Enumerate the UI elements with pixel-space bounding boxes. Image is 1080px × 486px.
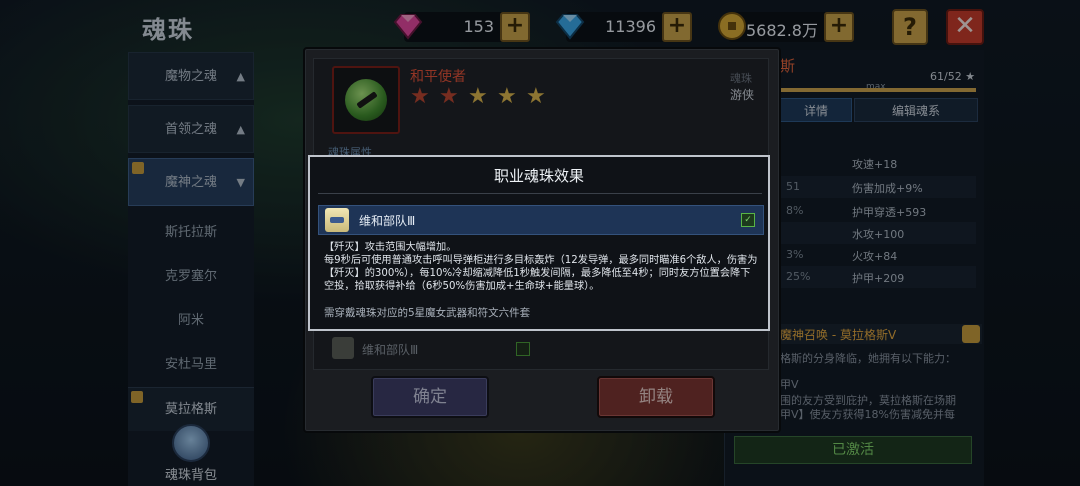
soul-count: 61/52 ★: [930, 70, 976, 83]
add-diamonds-button[interactable]: +: [662, 12, 692, 42]
sidebar-item-label: 莫拉格斯: [164, 402, 217, 417]
star-icon: ★: [497, 84, 517, 109]
activated-status: 已激活: [734, 436, 972, 464]
new-badge-icon: [131, 391, 143, 403]
star-icon: ★: [439, 84, 459, 109]
tab-edit-soul-system[interactable]: 编辑魂系: [854, 98, 978, 122]
soul-rating: ★ ★ ★ ★ ★: [410, 86, 555, 108]
detail-title: 斯: [780, 57, 796, 75]
close-button[interactable]: ✕: [946, 9, 984, 45]
soul-bag-button[interactable]: 魂珠背包: [146, 424, 236, 483]
stat-row: 25% 护甲+209: [780, 266, 976, 288]
level-progress-bar: [780, 88, 976, 92]
unload-button[interactable]: 卸载: [597, 376, 715, 418]
blue-diamond-icon: [555, 14, 585, 40]
effect-requirement: 需穿戴魂珠对应的5星魔女武器和符文六件套: [324, 307, 531, 319]
soul-bag-icon: [172, 424, 210, 462]
chevron-up-icon: ▲: [236, 123, 245, 136]
progress-fill: [780, 88, 976, 92]
soul-name: 和平使者: [410, 69, 466, 85]
sidebar-item-label: 魔物之魂: [164, 69, 217, 84]
class-soul-effect-popup: 职业魂珠效果 维和部队Ⅲ ✓ 【歼灭】攻击范围大幅增加。 每9秒后可使用普通攻击呼…: [308, 155, 770, 331]
sidebar-subitem[interactable]: 安杜马里: [128, 343, 254, 387]
stat-row: 8% 护甲穿透+593: [786, 204, 927, 219]
stat-row: 攻速+18: [852, 158, 898, 171]
sidebar-item-monster-soul[interactable]: 魔物之魂 ▲: [128, 52, 254, 100]
sidebar-subitem[interactable]: 克罗塞尔: [128, 255, 254, 299]
gold-coin-icon: [718, 12, 746, 40]
currency-diamonds: 11396 +: [555, 12, 692, 42]
skill-section-title: 魔神召唤 - 莫拉格斯Ⅴ: [780, 328, 897, 342]
sidebar-subitem[interactable]: 斯托拉斯: [128, 211, 254, 255]
skill-section-header: 魔神召唤 - 莫拉格斯Ⅴ: [776, 324, 982, 344]
sidebar-item-label: 首领之魂: [164, 122, 217, 137]
stat-row: 3% 火攻+84: [786, 248, 898, 263]
currency-gold: 5682.8万 +: [718, 12, 854, 42]
effect-description: 【歼灭】攻击范围大幅增加。 每9秒后可使用普通攻击呼叫导弹柜进行多目标轰炸（12发…: [324, 242, 758, 292]
soul-class-label: 游侠: [730, 88, 755, 102]
add-gold-button[interactable]: +: [824, 12, 854, 42]
effect-avatar-icon: [332, 337, 354, 359]
page-title: 魂珠: [142, 16, 194, 44]
soul-orb-icon: [332, 66, 400, 134]
confirm-button[interactable]: 确定: [371, 376, 489, 418]
sidebar-item-boss-soul[interactable]: 首领之魂 ▲: [128, 105, 254, 153]
sidebar-item-label: 魔神之魂: [164, 175, 217, 190]
detail-tabs: 详情 编辑魂系: [780, 98, 980, 122]
gems-value: 153: [463, 17, 494, 36]
effect-avatar-icon: [325, 208, 349, 232]
sidebar-subitem[interactable]: 阿米: [128, 299, 254, 343]
soul-category-sidebar: 魔物之魂 ▲ 首领之魂 ▲ 魔神之魂 ▼ 斯托拉斯 克罗塞尔 阿米 安杜马里 莫…: [128, 52, 254, 486]
star-icon: ★: [526, 84, 546, 109]
stat-row: 水攻+100: [780, 222, 976, 244]
skill-text: 格斯的分身降临，她拥有以下能力：: [780, 352, 956, 365]
divider: [318, 193, 762, 194]
popup-title: 职业魂珠效果: [493, 167, 584, 185]
add-gems-button[interactable]: +: [500, 12, 530, 42]
class-effect-row[interactable]: 维和部队Ⅲ: [320, 332, 762, 366]
new-badge-icon: [132, 162, 144, 174]
effect-name: 维和部队Ⅲ: [362, 343, 419, 357]
skill-text: 甲Ⅴ】使友方获得18%伤害减免并每: [780, 408, 955, 421]
soul-bag-label: 魂珠背包: [164, 468, 217, 483]
star-icon: ★: [410, 84, 430, 109]
sidebar-item-demon-soul[interactable]: 魔神之魂 ▼: [128, 158, 254, 206]
stat-row: 51 伤害加成+9%: [780, 176, 976, 198]
star-icon: ★: [468, 84, 488, 109]
gold-value: 5682.8万: [746, 21, 818, 40]
currency-gems: 153 +: [393, 12, 530, 42]
active-check-icon: ✓: [741, 213, 755, 227]
skill-info-icon[interactable]: [962, 325, 980, 343]
diamonds-value: 11396: [605, 17, 656, 36]
effect-row: 维和部队Ⅲ ✓: [318, 205, 764, 235]
soul-type-label: 魂珠: [730, 72, 752, 85]
pink-gem-icon: [393, 14, 423, 40]
chevron-up-icon: ▲: [236, 70, 245, 83]
help-button[interactable]: ?: [892, 9, 928, 45]
check-icon: [516, 342, 530, 356]
skill-text: 甲Ⅴ: [780, 378, 799, 391]
chevron-down-icon: ▼: [236, 176, 245, 189]
tab-details[interactable]: 详情: [780, 98, 852, 122]
effect-name: 维和部队Ⅲ: [359, 214, 416, 228]
